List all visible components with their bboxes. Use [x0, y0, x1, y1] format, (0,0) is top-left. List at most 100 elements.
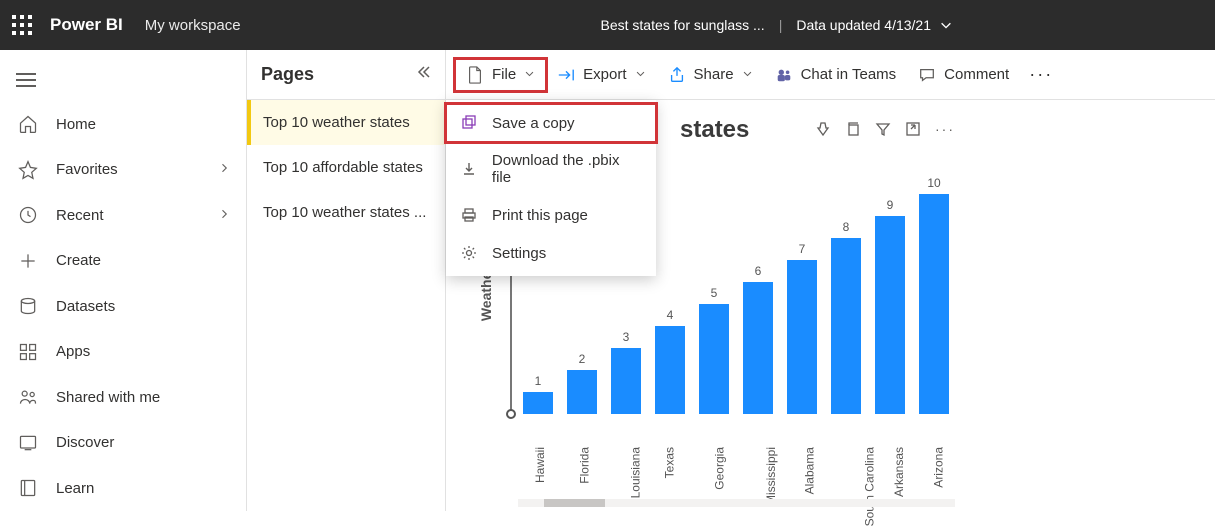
nav-item-apps[interactable]: Apps: [0, 329, 246, 375]
page-label: Top 10 weather states ...: [263, 204, 426, 221]
data-updated-label: Data updated 4/13/21: [796, 17, 931, 33]
bar-value-label: 10: [927, 176, 940, 190]
bar-rect: [611, 348, 641, 414]
file-menu-button[interactable]: File: [456, 60, 545, 90]
menu-item-settings[interactable]: Settings: [446, 234, 656, 272]
workspace-label[interactable]: My workspace: [145, 17, 241, 34]
chevron-down-icon: [524, 68, 535, 82]
chevron-right-icon: [218, 207, 230, 224]
bar-rect: [699, 304, 729, 414]
bar[interactable]: 5: [698, 286, 730, 414]
bar[interactable]: 1: [522, 374, 554, 414]
toolbar-more-button[interactable]: ···: [1021, 58, 1061, 91]
x-category-label: Florida: [566, 420, 598, 436]
nav-label: Datasets: [56, 298, 115, 315]
print-icon: [460, 206, 478, 224]
bar-rect: [919, 194, 949, 414]
data-updated-dropdown[interactable]: Data updated 4/13/21: [796, 17, 953, 33]
nav-label: Shared with me: [56, 389, 160, 406]
bar-rect: [787, 260, 817, 414]
brand-label: Power BI: [50, 15, 123, 35]
share-menu-button[interactable]: Share: [658, 60, 763, 90]
x-category-label: Arkansas: [874, 420, 906, 436]
pages-title: Pages: [261, 64, 314, 85]
bar[interactable]: 3: [610, 330, 642, 414]
menu-item-download[interactable]: Download the .pbix file: [446, 142, 656, 196]
bar[interactable]: 6: [742, 264, 774, 414]
copy-icon[interactable]: [845, 121, 861, 140]
pages-pane: Pages Top 10 weather states Top 10 affor…: [247, 50, 446, 511]
bar-rect: [567, 370, 597, 414]
bar-value-label: 7: [799, 242, 806, 256]
download-icon: [460, 160, 478, 178]
nav-label: Learn: [56, 480, 94, 497]
page-label: Top 10 weather states: [263, 114, 410, 131]
bar[interactable]: 8: [830, 220, 862, 414]
visual-actions: ···: [815, 121, 955, 140]
home-icon: [18, 114, 38, 134]
filter-icon[interactable]: [875, 121, 891, 140]
chat-teams-button[interactable]: Chat in Teams: [765, 60, 907, 90]
nav-item-favorites[interactable]: Favorites: [0, 147, 246, 193]
nav-item-discover[interactable]: Discover: [0, 420, 246, 466]
nav-item-datasets[interactable]: Datasets: [0, 284, 246, 330]
shared-icon: [18, 387, 38, 407]
visual-more-icon[interactable]: ···: [935, 121, 955, 140]
export-label: Export: [583, 66, 626, 83]
page-item[interactable]: Top 10 weather states: [247, 100, 445, 145]
export-menu-button[interactable]: Export: [547, 60, 655, 90]
nav-item-recent[interactable]: Recent: [0, 193, 246, 239]
scrollbar-thumb[interactable]: [544, 499, 605, 507]
comment-icon: [918, 66, 936, 84]
chevron-down-icon: [635, 68, 646, 82]
nav-label: Apps: [56, 343, 90, 360]
x-category-label: Arizona: [918, 420, 950, 436]
bar[interactable]: 2: [566, 352, 598, 414]
menu-label: Print this page: [492, 207, 588, 224]
bar-value-label: 4: [667, 308, 674, 322]
nav-item-learn[interactable]: Learn: [0, 466, 246, 512]
clock-icon: [18, 205, 38, 225]
nav-item-shared[interactable]: Shared with me: [0, 375, 246, 421]
left-nav: Home Favorites Recent Create: [0, 50, 247, 511]
pin-icon[interactable]: [815, 121, 831, 140]
menu-item-save-copy[interactable]: Save a copy: [446, 104, 656, 142]
horizontal-scrollbar[interactable]: [518, 499, 955, 507]
report-toolbar: File Export Share: [446, 50, 1215, 100]
bar-value-label: 3: [623, 330, 630, 344]
nav-label: Recent: [56, 207, 104, 224]
nav-item-create[interactable]: Create: [0, 238, 246, 284]
nav-collapse-button[interactable]: [0, 58, 246, 102]
pages-header: Pages: [247, 50, 445, 100]
chevron-down-icon: [939, 18, 953, 32]
visual-title: states: [680, 116, 749, 144]
comment-button[interactable]: Comment: [908, 60, 1019, 90]
pages-collapse-button[interactable]: [415, 64, 431, 85]
export-icon: [557, 66, 575, 84]
file-dropdown-menu: Save a copy Download the .pbix file Prin…: [446, 100, 656, 276]
learn-icon: [18, 478, 38, 498]
file-icon: [466, 66, 484, 84]
apps-icon: [18, 342, 38, 362]
page-item[interactable]: Top 10 affordable states: [247, 145, 445, 190]
chart-xlabels: HawaiiFloridaLouisianaTexasGeorgiaMissis…: [522, 420, 1195, 436]
page-item[interactable]: Top 10 weather states ...: [247, 190, 445, 235]
bar[interactable]: 7: [786, 242, 818, 414]
nav-label: Discover: [56, 434, 114, 451]
bar-value-label: 1: [535, 374, 542, 388]
bar-rect: [655, 326, 685, 414]
share-label: Share: [694, 66, 734, 83]
menu-item-print[interactable]: Print this page: [446, 196, 656, 234]
bar[interactable]: 10: [918, 176, 950, 414]
chevron-down-icon: [742, 68, 753, 82]
nav-label: Favorites: [56, 161, 118, 178]
nav-item-home[interactable]: Home: [0, 102, 246, 148]
bar-rect: [523, 392, 553, 414]
nav-label: Home: [56, 116, 96, 133]
bar[interactable]: 4: [654, 308, 686, 414]
bar[interactable]: 9: [874, 198, 906, 414]
x-category-label: Texas: [654, 420, 686, 436]
app-launcher-icon[interactable]: [12, 15, 32, 35]
comment-label: Comment: [944, 66, 1009, 83]
focus-icon[interactable]: [905, 121, 921, 140]
